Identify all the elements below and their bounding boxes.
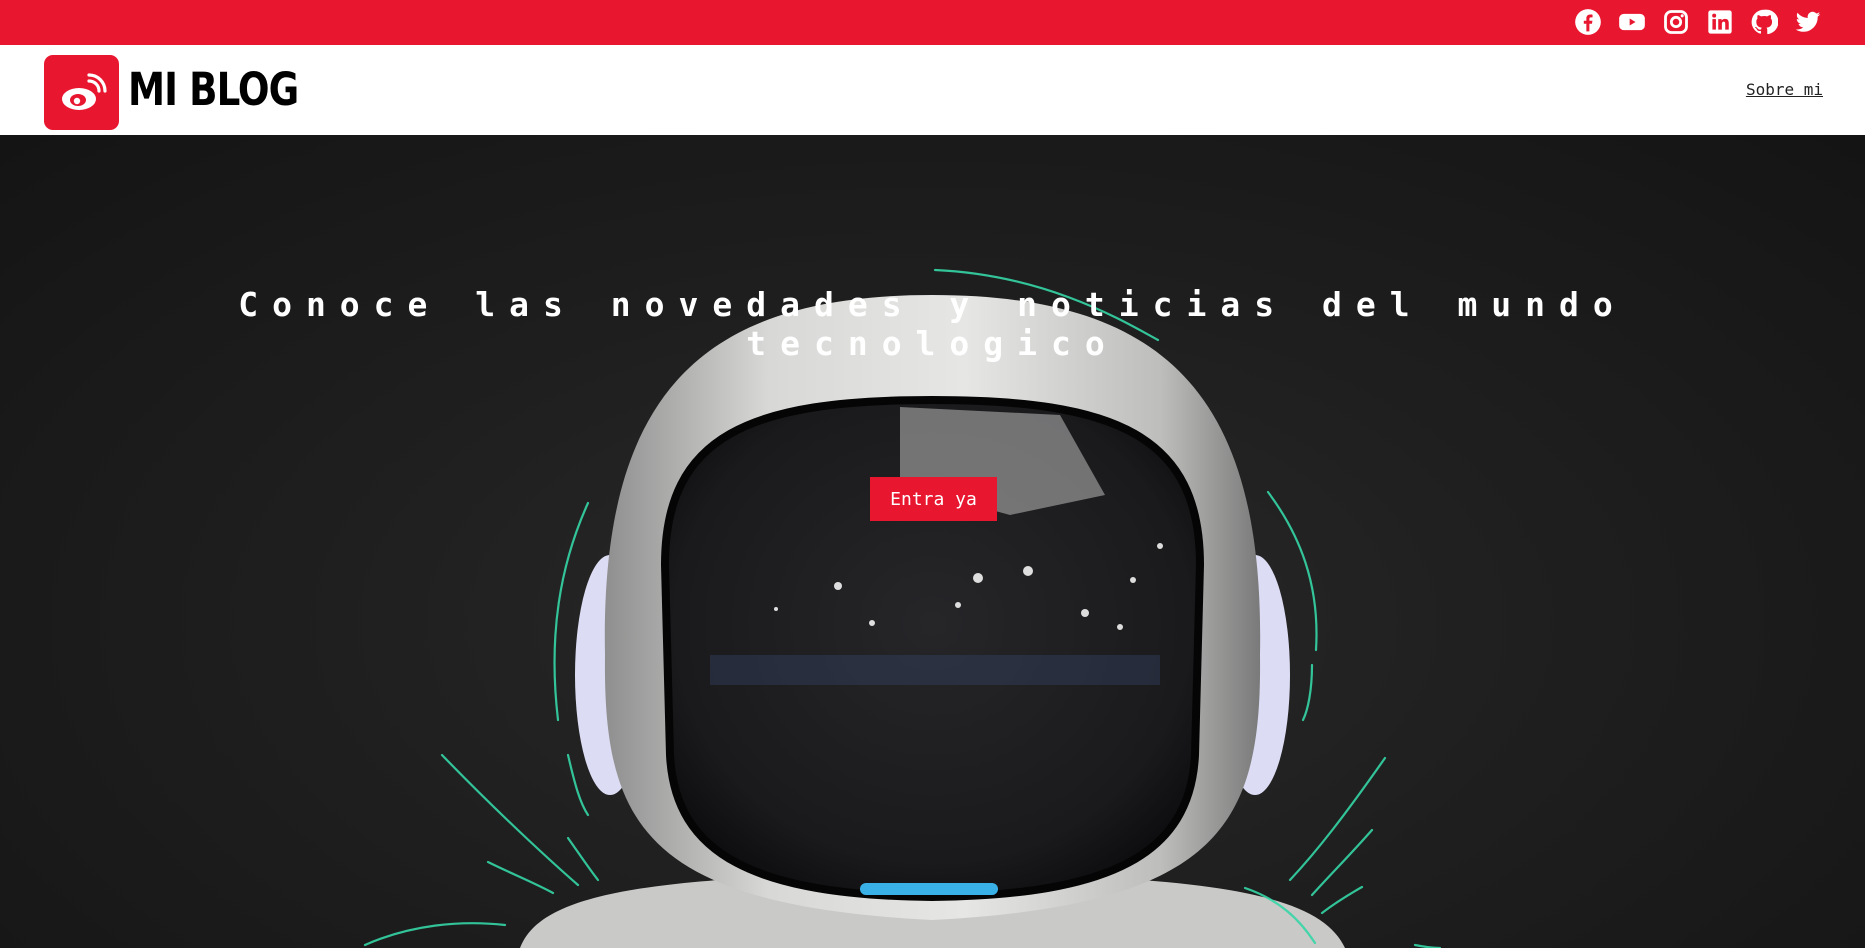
site-title[interactable]: MI BLOG xyxy=(128,61,299,119)
weibo-icon xyxy=(61,72,107,110)
github-icon[interactable] xyxy=(1749,7,1779,37)
cta-button[interactable]: Entra ya xyxy=(870,477,997,521)
youtube-icon[interactable] xyxy=(1617,7,1647,37)
hero-title: Conoce las novedades y noticias del mund… xyxy=(238,285,1627,363)
robot-helmet-image xyxy=(363,268,1442,948)
twitter-icon[interactable] xyxy=(1793,7,1823,37)
facebook-icon[interactable] xyxy=(1573,7,1603,37)
logo[interactable] xyxy=(44,55,119,130)
site-header: MI BLOG Sobre mi xyxy=(0,45,1865,135)
instagram-icon[interactable] xyxy=(1661,7,1691,37)
hero-section: Conoce las novedades y noticias del mund… xyxy=(0,135,1865,948)
nav-link-about[interactable]: Sobre mi xyxy=(1746,80,1823,99)
linkedin-icon[interactable] xyxy=(1705,7,1735,37)
top-bar xyxy=(0,0,1865,45)
social-links xyxy=(1573,7,1823,37)
